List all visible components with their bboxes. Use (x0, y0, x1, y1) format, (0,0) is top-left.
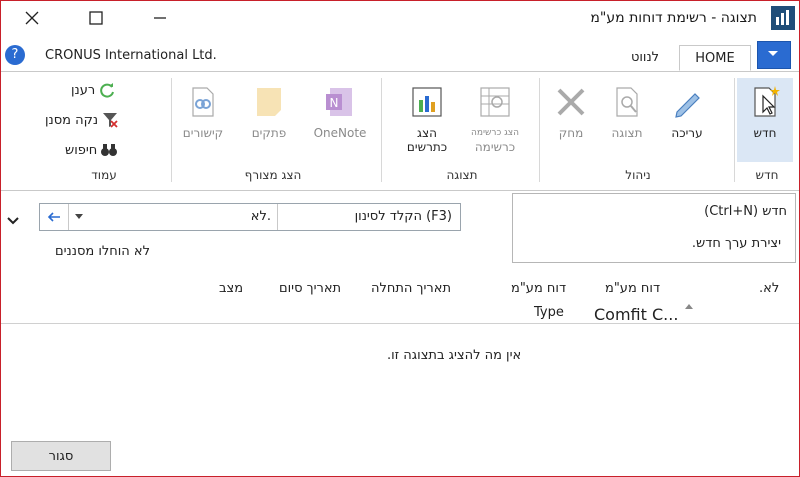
maximize-button[interactable] (73, 3, 119, 33)
chevron-down-icon (768, 51, 778, 56)
delete-icon (557, 88, 585, 116)
ribbon-menu-button[interactable] (757, 41, 791, 69)
list-view-label: כרשימה (474, 140, 516, 154)
refresh-button[interactable]: רענן (71, 80, 116, 100)
new-button-tooltip: חדש (Ctrl+N) יצירת ערך חדש. (512, 193, 796, 263)
sort-ascending-icon (685, 294, 693, 313)
delete-button[interactable]: מחק (543, 78, 599, 162)
filter-status: לא הוחלו מסננים (55, 244, 151, 259)
notes-icon (257, 88, 281, 116)
clear-filter-label: נקה מסנן (45, 112, 99, 128)
find-label: חיפוש (65, 142, 98, 158)
link-icon (192, 87, 214, 117)
tooltip-description: יצירת ערך חדש. (691, 236, 781, 251)
pencil-icon (675, 93, 700, 118)
filter-input[interactable]: הקלד לסינון (F3) (355, 209, 452, 224)
onenote-icon: N (326, 88, 352, 116)
minimize-icon (154, 17, 166, 19)
ribbon-tab-bar: ? CRONUS International Ltd. לנווט HOME (1, 41, 799, 71)
filter-field-value: לא. (250, 209, 271, 224)
minimize-button[interactable] (137, 3, 183, 33)
help-icon[interactable]: ? (5, 45, 25, 65)
notes-button[interactable]: פתקים (241, 78, 297, 162)
group-separator (381, 78, 382, 182)
group-label-attachments: הצג מצורף (244, 168, 302, 182)
column-header-vat-type-sub: Type (534, 305, 564, 320)
empty-list-message: אין מה להציג בתצוגה זו. (387, 348, 522, 363)
filter-field-dropdown[interactable]: לא. (69, 204, 278, 230)
maximize-icon (89, 11, 103, 25)
view-button[interactable]: תצוגה (599, 78, 655, 162)
group-label-page: עמוד (91, 168, 117, 182)
window-title: תצוגה - רשימת דוחות מע"מ (590, 10, 757, 26)
app-logo-icon (771, 6, 795, 30)
column-header-start-date[interactable]: תאריך התחלה (371, 281, 451, 296)
dropdown-arrow-icon (75, 214, 83, 219)
tooltip-title: חדש (Ctrl+N) (704, 204, 787, 219)
view-document-icon (616, 87, 638, 117)
expand-pane-button[interactable] (5, 213, 21, 229)
group-separator (539, 78, 540, 182)
group-separator (734, 78, 735, 182)
refresh-label: רענן (71, 82, 96, 98)
tab-home[interactable]: HOME (679, 45, 751, 71)
links-label: קישורים (182, 126, 224, 140)
view-button-label: תצוגה (611, 126, 643, 140)
close-window-button[interactable] (9, 3, 55, 33)
new-document-icon (754, 86, 780, 117)
window: תצוגה - רשימת דוחות מע"מ ? CRONUS Intern… (0, 0, 800, 477)
links-button[interactable]: קישורים (175, 78, 231, 162)
column-header-status[interactable]: מצב (219, 281, 243, 296)
column-header-end-date[interactable]: תאריך סיום (279, 281, 341, 296)
show-charts-label-2: כתרשים (406, 140, 448, 154)
svg-text:N: N (330, 96, 339, 110)
column-header-no[interactable]: לא. (759, 281, 779, 296)
group-label-manage: ניהול (625, 168, 651, 182)
new-button[interactable]: חדש (737, 78, 793, 162)
edit-button[interactable]: עריכה (659, 78, 715, 162)
group-label-view: תצוגה (446, 168, 478, 182)
onenote-label: OneNote (313, 126, 367, 140)
delete-button-label: מחק (558, 126, 584, 140)
list-view-small-label: הצג כרשימה (470, 128, 519, 138)
show-charts-label-1: הצג (417, 126, 437, 140)
binoculars-icon (101, 144, 118, 156)
close-button[interactable]: סגור (11, 441, 111, 471)
notes-label: פתקים (251, 126, 287, 140)
header-divider (1, 323, 799, 324)
group-separator (171, 78, 172, 182)
company-name: CRONUS International Ltd. (45, 48, 217, 63)
new-button-label: חדש (753, 126, 777, 140)
column-header-vat-config-sub: Comfit C... (594, 305, 679, 324)
column-header-vat-type[interactable]: דוח מע"מ (511, 281, 566, 296)
clear-filter-button[interactable]: נקה מסנן (45, 110, 119, 130)
apply-filter-button[interactable] (40, 204, 69, 230)
filter-bar: לא. הקלד לסינון (F3) (39, 203, 461, 231)
show-as-list-button[interactable]: הצג כרשימה כרשימה (463, 78, 527, 162)
column-header-vat-config[interactable]: דוח מע"מ (605, 281, 660, 296)
chart-view-icon (412, 87, 442, 117)
tab-navigate[interactable]: לנווט (615, 45, 675, 71)
find-button[interactable]: חיפוש (65, 140, 118, 160)
arrow-left-icon (47, 212, 60, 222)
edit-button-label: עריכה (671, 126, 703, 140)
show-as-chart-button[interactable]: הצג כתרשים (397, 78, 457, 162)
onenote-button[interactable]: N OneNote (309, 78, 371, 162)
list-view-icon (480, 87, 510, 117)
refresh-icon (100, 83, 115, 98)
group-label-new: חדש (755, 168, 779, 182)
ribbon: חדש חדש עריכה תצוגה מחק ניהול הצג כרשימה… (1, 71, 799, 191)
chevron-down-icon (7, 217, 19, 225)
clear-filter-icon (103, 113, 118, 128)
close-icon (25, 11, 39, 25)
